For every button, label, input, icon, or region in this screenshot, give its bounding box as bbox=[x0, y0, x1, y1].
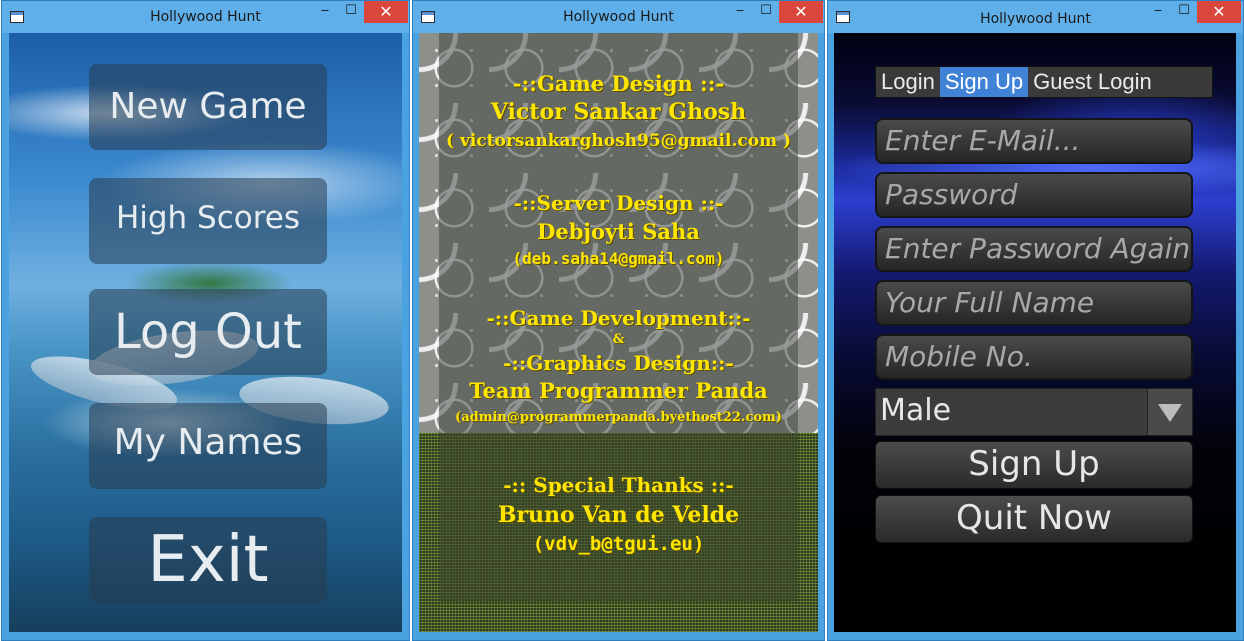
confirm-password-field[interactable]: Enter Password Again bbox=[875, 226, 1193, 272]
my-names-button[interactable]: My Names bbox=[89, 403, 327, 489]
credit-heading: -::Graphics Design::- bbox=[503, 351, 734, 375]
credits-background: -::Game Design ::- Victor Sankar Ghosh (… bbox=[419, 33, 818, 632]
credit-email: ( victorsankarghosh95@gmail.com ) bbox=[445, 131, 792, 151]
mobile-field[interactable]: Mobile No. bbox=[875, 334, 1193, 380]
credit-heading: -::Game Design ::- bbox=[512, 71, 725, 96]
chevron-down-icon[interactable] bbox=[1147, 389, 1192, 435]
menu-background: New Game High Scores Log Out My Names Ex… bbox=[9, 33, 402, 632]
credit-email: (deb.saha14@gmail.com) bbox=[512, 249, 725, 268]
credit-name: Victor Sankar Ghosh bbox=[490, 99, 747, 125]
maximize-button[interactable]: ☐ bbox=[752, 1, 780, 23]
tab-guest-login[interactable]: Guest Login bbox=[1028, 67, 1157, 97]
credit-ampersand: & bbox=[612, 332, 625, 347]
exit-button[interactable]: Exit bbox=[89, 517, 327, 603]
full-name-field[interactable]: Your Full Name bbox=[875, 280, 1193, 326]
tab-sign-up[interactable]: Sign Up bbox=[939, 67, 1029, 97]
email-field[interactable]: Enter E-Mail... bbox=[875, 118, 1193, 164]
auth-tabs: Login Sign Up Guest Login bbox=[875, 66, 1213, 98]
credit-heading: -::Game Development::- bbox=[486, 306, 751, 330]
title-bar[interactable]: Hollywood Hunt ‒ ☐ ✕ bbox=[828, 1, 1243, 33]
signup-background: Login Sign Up Guest Login Enter E-Mail..… bbox=[834, 33, 1236, 632]
maximize-button[interactable]: ☐ bbox=[337, 1, 365, 23]
credits-window: Hollywood Hunt ‒ ☐ ✕ -::Game Design ::- … bbox=[412, 0, 825, 641]
credit-heading: -::Server Design ::- bbox=[513, 191, 724, 215]
close-button[interactable]: ✕ bbox=[1197, 1, 1241, 23]
sign-up-button[interactable]: Sign Up bbox=[875, 441, 1193, 489]
gender-select-value: Male bbox=[880, 393, 952, 428]
minimize-button[interactable]: ‒ bbox=[1144, 1, 1172, 23]
credit-name: Team Programmer Panda bbox=[469, 378, 768, 403]
high-scores-button[interactable]: High Scores bbox=[89, 178, 327, 264]
close-button[interactable]: ✕ bbox=[364, 1, 408, 23]
maximize-button[interactable]: ☐ bbox=[1170, 1, 1198, 23]
gender-select[interactable]: Male bbox=[875, 388, 1193, 436]
credit-name: Bruno Van de Velde bbox=[497, 502, 740, 528]
quit-now-button[interactable]: Quit Now bbox=[875, 495, 1193, 543]
minimize-button[interactable]: ‒ bbox=[311, 1, 339, 23]
main-menu-window: Hollywood Hunt ‒ ☐ ✕ New Game High Score… bbox=[1, 0, 410, 641]
title-bar[interactable]: Hollywood Hunt ‒ ☐ ✕ bbox=[2, 1, 409, 33]
password-field[interactable]: Password bbox=[875, 172, 1193, 218]
credit-heading: -:: Special Thanks ::- bbox=[503, 473, 734, 497]
minimize-button[interactable]: ‒ bbox=[726, 1, 754, 23]
signup-window: Hollywood Hunt ‒ ☐ ✕ Login Sign Up Guest… bbox=[827, 0, 1244, 641]
title-bar[interactable]: Hollywood Hunt ‒ ☐ ✕ bbox=[413, 1, 824, 33]
close-button[interactable]: ✕ bbox=[779, 1, 823, 23]
credit-name: Debjoyti Saha bbox=[537, 219, 700, 244]
new-game-button[interactable]: New Game bbox=[89, 64, 327, 150]
credit-email: (admin@programmerpanda.byethost22.com) bbox=[455, 410, 782, 425]
log-out-button[interactable]: Log Out bbox=[89, 289, 327, 375]
credit-email: (vdv_b@tgui.eu) bbox=[532, 533, 705, 555]
tab-login[interactable]: Login bbox=[876, 67, 940, 97]
